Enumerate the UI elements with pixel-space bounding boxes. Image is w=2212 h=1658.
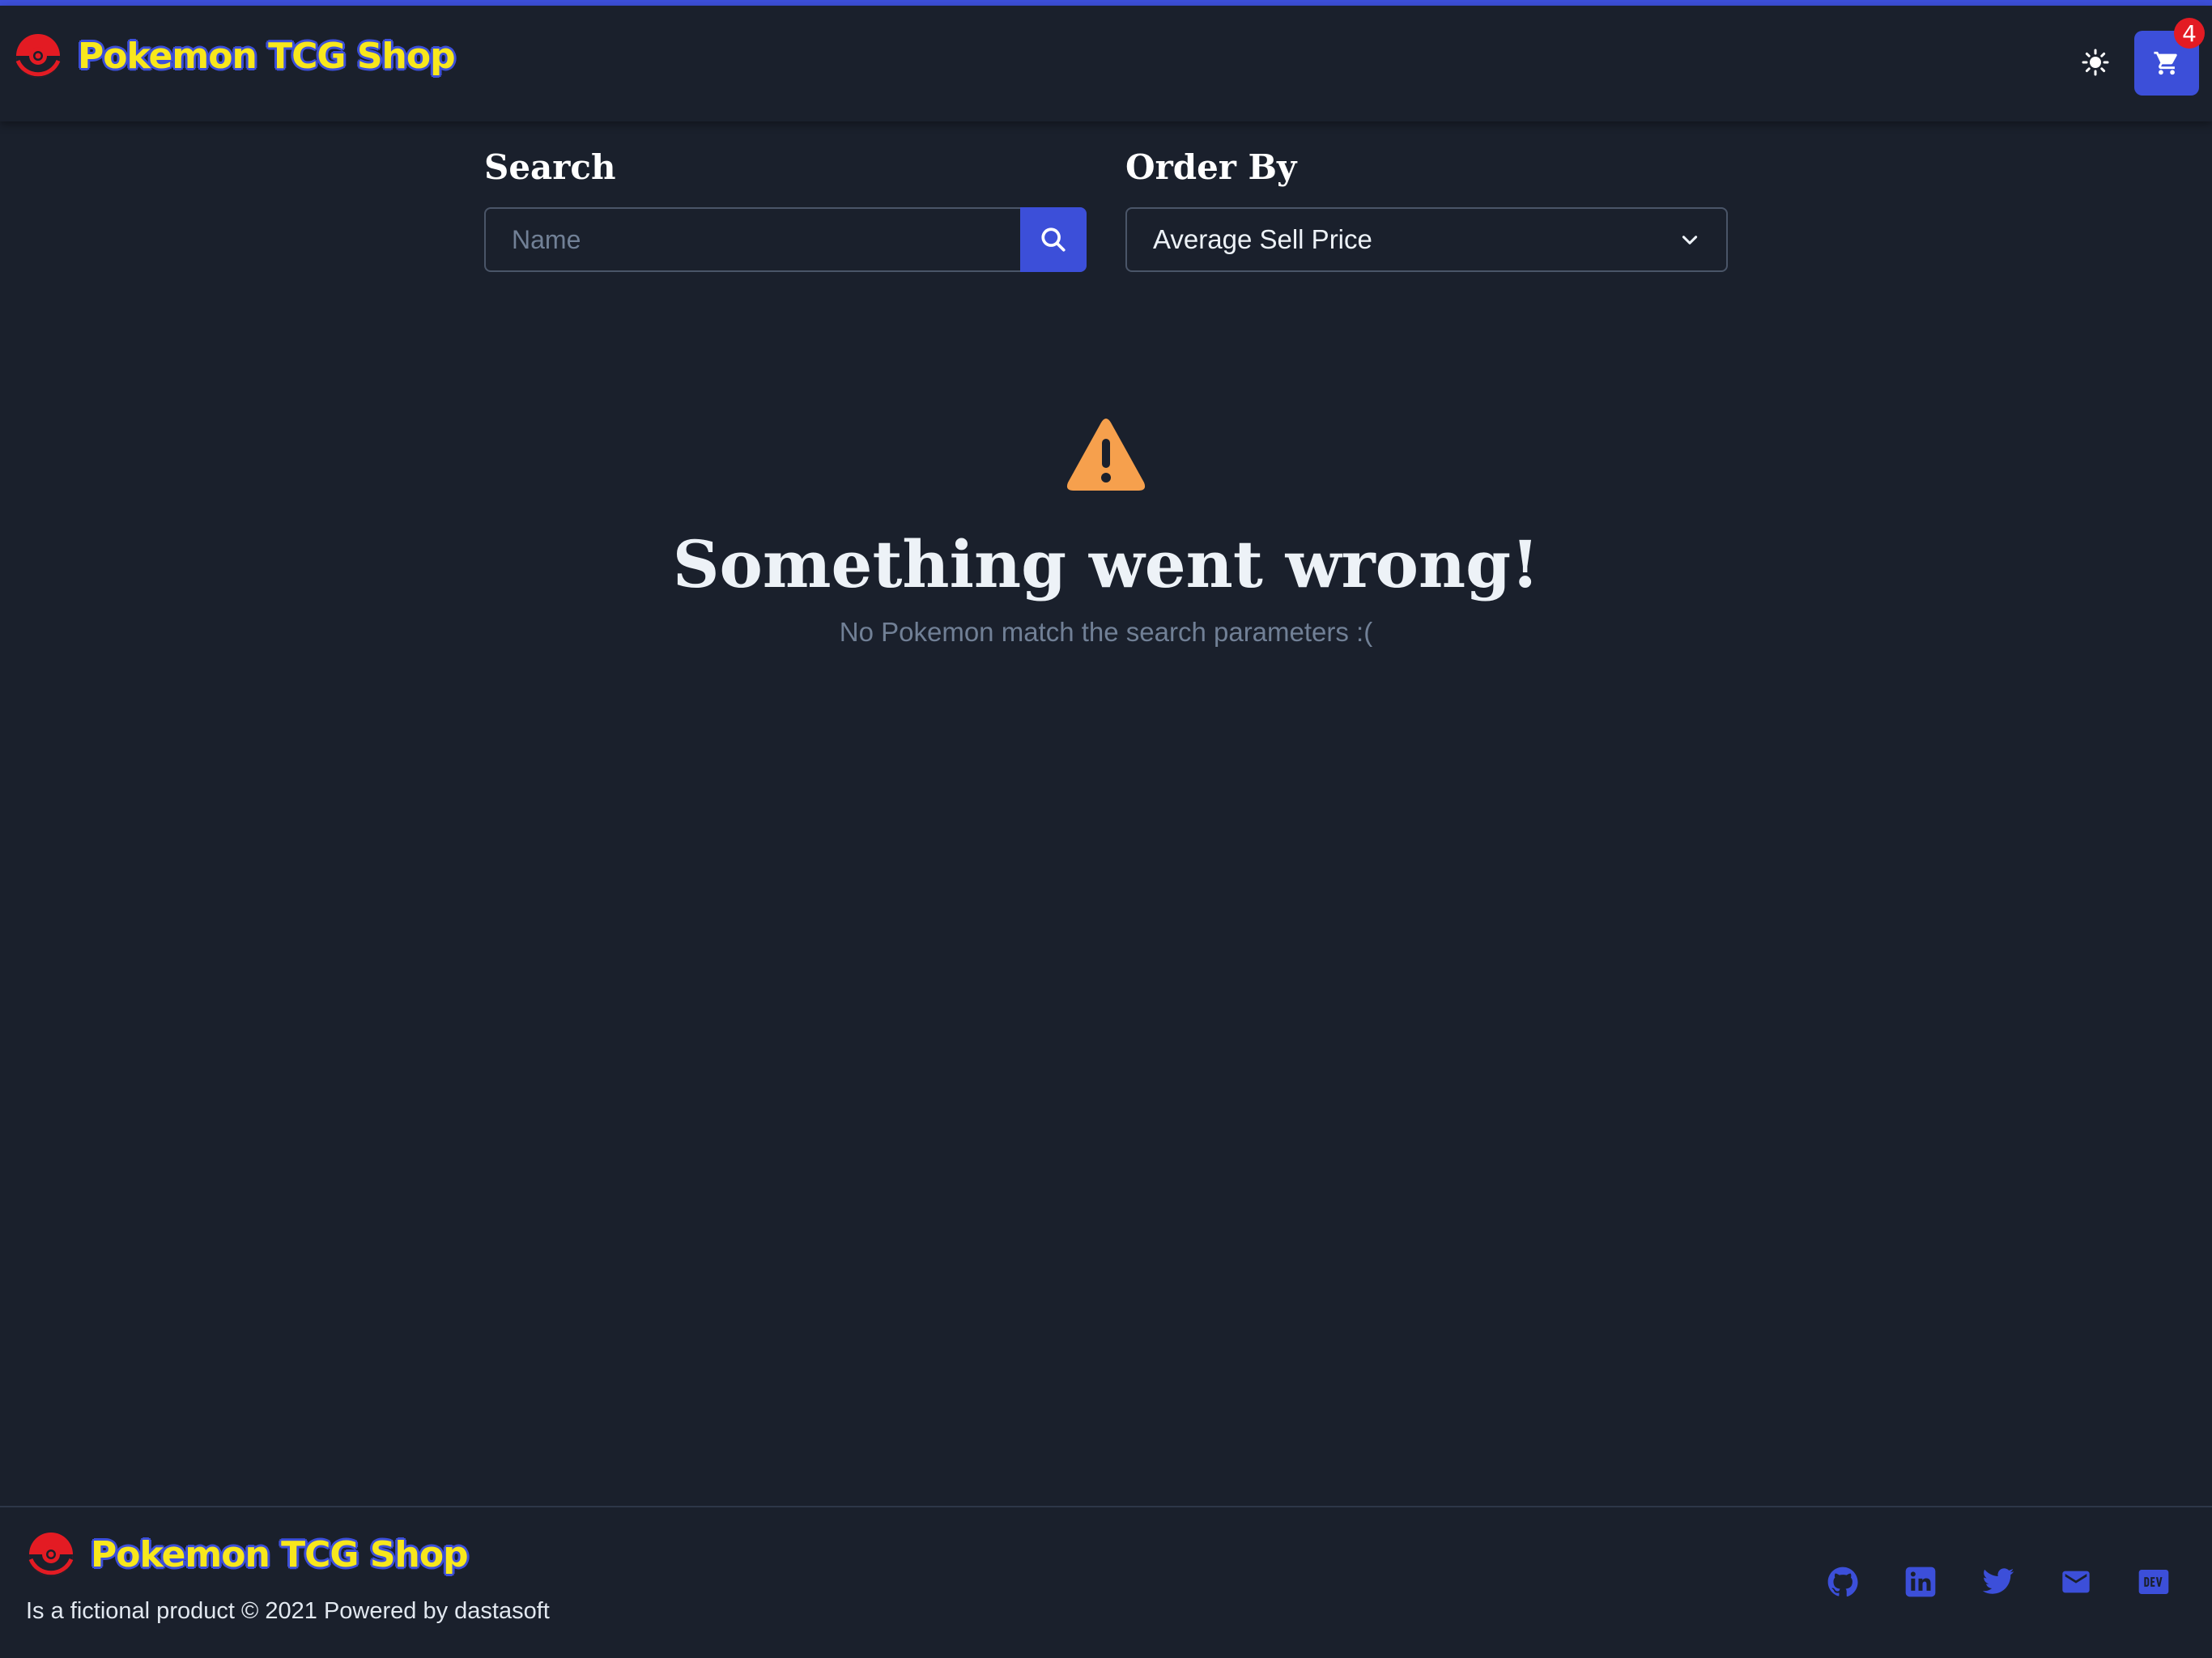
- header-brand-link[interactable]: Pokemon TCG Shop: [15, 32, 456, 79]
- dev-link[interactable]: [2136, 1564, 2172, 1600]
- twitter-icon: [1982, 1568, 2014, 1594]
- search-button[interactable]: [1020, 207, 1087, 272]
- chevron-down-icon: [1682, 236, 1698, 244]
- github-icon: [1827, 1567, 1858, 1597]
- footer: [0, 1506, 2212, 1658]
- order-by-select[interactable]: Average Sell Price: [1125, 207, 1728, 272]
- search-icon: [1041, 227, 1066, 252]
- header-brand-title: Pokemon TCG Shop: [78, 35, 456, 77]
- page: Pokemon TCG Shop 4 Search Name Order By …: [0, 0, 2212, 1658]
- warning-icon: [1066, 419, 1146, 491]
- order-by-selected-value: Average Sell Price: [1153, 224, 1372, 254]
- error-title: Something went wrong!: [672, 526, 1540, 602]
- search-input[interactable]: [484, 207, 1020, 272]
- mail-icon: [2062, 1571, 2090, 1593]
- footer-brand-title: Pokemon TCG Shop: [91, 1533, 469, 1575]
- github-link[interactable]: [1825, 1564, 1861, 1600]
- top-accent-stripe: [0, 0, 2212, 6]
- pokeball-icon: [28, 1533, 74, 1576]
- error-message: No Pokemon match the search parameters :…: [839, 617, 1373, 647]
- cart-count-badge: 4: [2174, 18, 2205, 49]
- linkedin-icon: [1905, 1567, 1936, 1597]
- theme-toggle-button[interactable]: [2078, 45, 2113, 80]
- search-label: Search: [484, 147, 616, 187]
- dev-icon: [2138, 1570, 2169, 1594]
- footer-brand-link[interactable]: Pokemon TCG Shop: [28, 1531, 469, 1578]
- sun-icon: [2082, 49, 2109, 76]
- cart-icon: [2154, 51, 2177, 75]
- mail-link[interactable]: [2058, 1564, 2094, 1600]
- pokeball-icon: [15, 34, 61, 78]
- footer-copyright: Is a fictional product © 2021 Powered by…: [26, 1598, 550, 1624]
- twitter-link[interactable]: [1980, 1564, 2016, 1600]
- order-by-label: Order By: [1125, 147, 1297, 187]
- linkedin-link[interactable]: [1903, 1564, 1938, 1600]
